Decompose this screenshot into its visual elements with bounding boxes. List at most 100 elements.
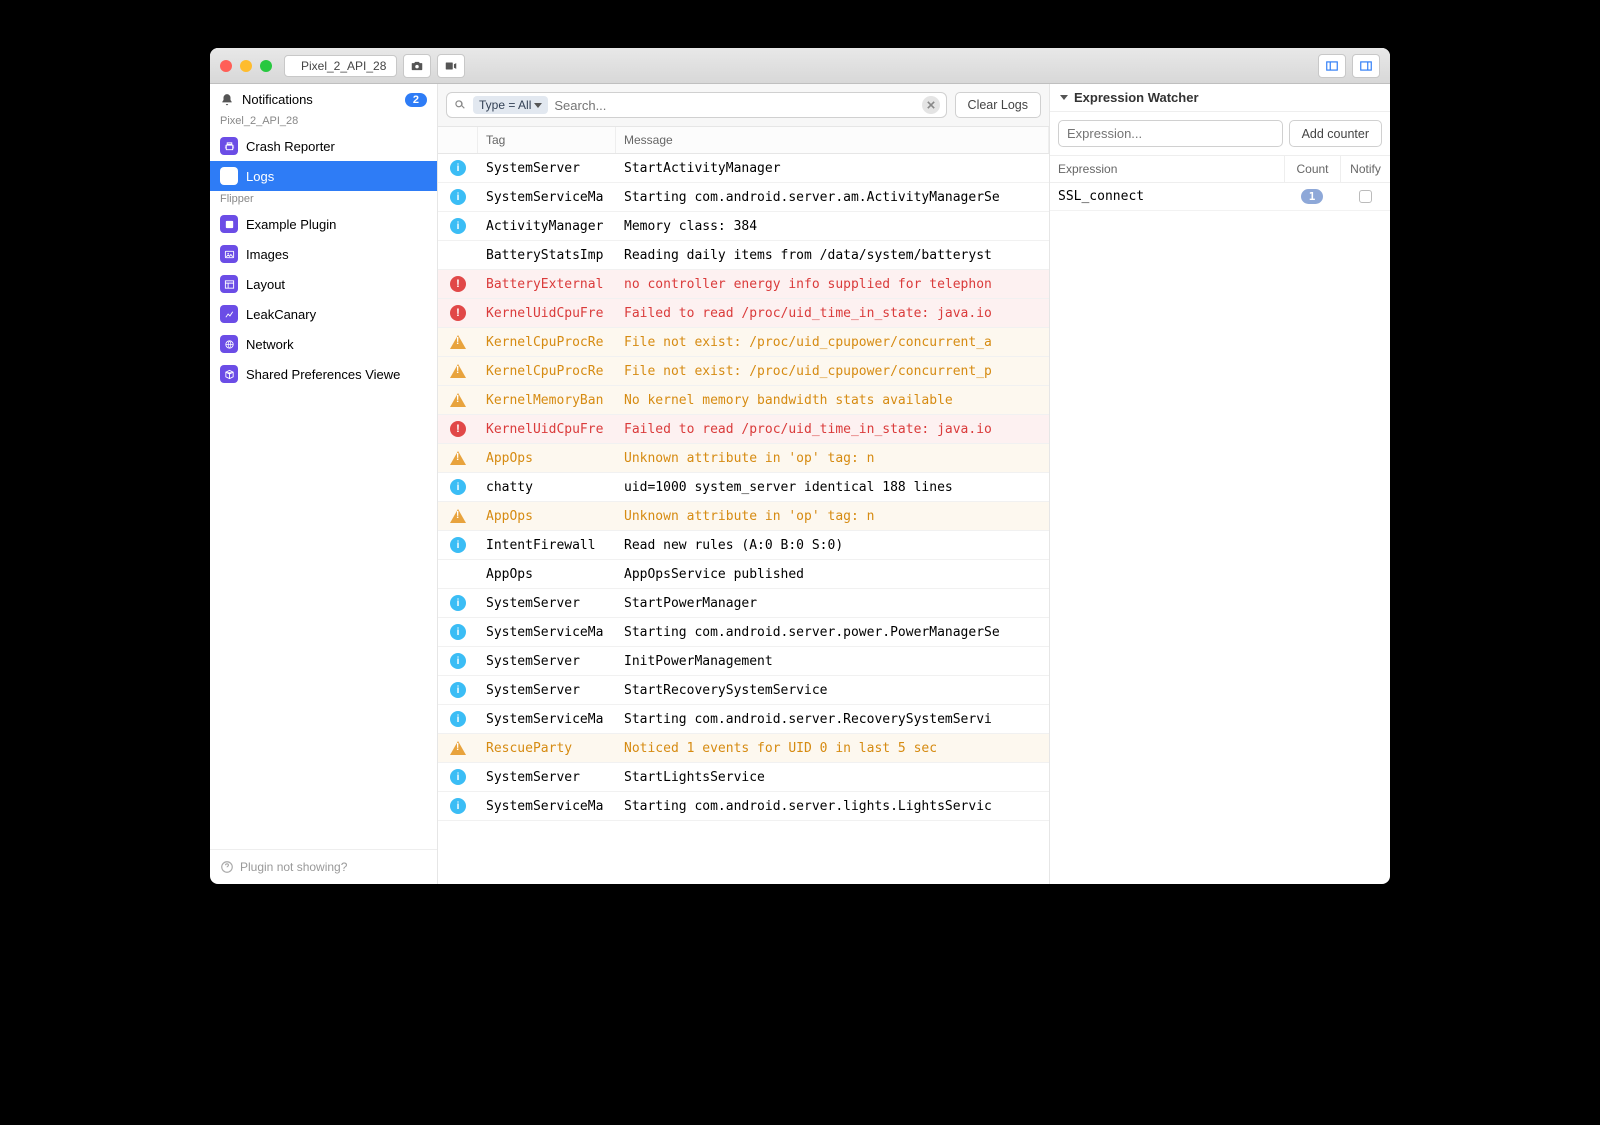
clear-search-button[interactable] [922, 96, 940, 114]
log-tag: BatteryExternal [478, 273, 616, 296]
log-message: Read new rules (A:0 B:0 S:0) [616, 534, 1049, 557]
log-tag: SystemServer [478, 679, 616, 702]
device-selector[interactable]: Pixel_2_API_28 [284, 55, 397, 77]
log-message: StartLightsService [616, 766, 1049, 789]
minimize-window-icon[interactable] [240, 60, 252, 72]
log-message: Reading daily items from /data/system/ba… [616, 244, 1049, 267]
log-row[interactable]: iSystemServerStartRecoverySystemService [438, 676, 1049, 705]
panel-left-toggle[interactable] [1318, 54, 1346, 78]
notify-checkbox[interactable] [1359, 190, 1372, 203]
log-row[interactable]: AppOpsUnknown attribute in 'op' tag: n [438, 502, 1049, 531]
log-row[interactable]: RescuePartyNoticed 1 events for UID 0 in… [438, 734, 1049, 763]
log-row[interactable]: ichattyuid=1000 system_server identical … [438, 473, 1049, 502]
notifications-header[interactable]: Notifications 2 [210, 84, 437, 113]
log-row[interactable]: iSystemServerInitPowerManagement [438, 647, 1049, 676]
info-icon: i [450, 711, 466, 727]
log-row[interactable]: iSystemServerStartActivityManager [438, 154, 1049, 183]
watcher-col-count[interactable]: Count [1284, 156, 1340, 182]
log-row[interactable]: AppOpsUnknown attribute in 'op' tag: n [438, 444, 1049, 473]
column-message[interactable]: Message [616, 127, 1049, 153]
arrow-right-icon [220, 167, 238, 185]
logs-panel: Type = All Clear Logs Tag Message iSyste… [438, 84, 1050, 884]
info-icon: i [450, 479, 466, 495]
log-tag: chatty [478, 476, 616, 499]
log-row[interactable]: iSystemServiceMaStarting com.android.ser… [438, 705, 1049, 734]
log-tag: AppOps [478, 447, 616, 470]
sidebar-item-crash-reporter[interactable]: Crash Reporter [210, 131, 437, 161]
add-counter-button[interactable]: Add counter [1289, 120, 1382, 147]
log-row[interactable]: KernelCpuProcReFile not exist: /proc/uid… [438, 357, 1049, 386]
help-icon [220, 860, 234, 874]
log-tag: SystemServer [478, 766, 616, 789]
log-message: InitPowerManagement [616, 650, 1049, 673]
log-tag: KernelMemoryBan [478, 389, 616, 412]
log-message: StartRecoverySystemService [616, 679, 1049, 702]
expression-watcher-header[interactable]: Expression Watcher [1050, 84, 1390, 112]
log-message: No kernel memory bandwidth stats availab… [616, 389, 1049, 412]
clear-logs-button[interactable]: Clear Logs [955, 92, 1041, 118]
screenshot-button[interactable] [403, 54, 431, 78]
log-row[interactable]: AppOpsAppOpsService published [438, 560, 1049, 589]
logs-table-header: Tag Message [438, 127, 1049, 154]
sidebar-item-shared-preferences-viewe[interactable]: Shared Preferences Viewe [210, 359, 437, 389]
box-icon [220, 215, 238, 233]
camera-icon [410, 59, 424, 73]
log-row[interactable]: BatteryStatsImpReading daily items from … [438, 241, 1049, 270]
sidebar-item-logs[interactable]: Logs [210, 161, 437, 191]
watcher-col-notify[interactable]: Notify [1340, 156, 1390, 182]
info-icon: i [450, 189, 466, 205]
column-tag[interactable]: Tag [478, 127, 616, 153]
search-field[interactable]: Type = All [446, 92, 947, 118]
log-message: Memory class: 384 [616, 215, 1049, 238]
watcher-col-expression[interactable]: Expression [1050, 156, 1284, 182]
log-row[interactable]: !BatteryExternalno controller energy inf… [438, 270, 1049, 299]
log-row[interactable]: iSystemServiceMaStarting com.android.ser… [438, 792, 1049, 821]
info-icon: i [450, 160, 466, 176]
log-message: Failed to read /proc/uid_time_in_state: … [616, 302, 1049, 325]
log-row[interactable]: KernelMemoryBanNo kernel memory bandwidt… [438, 386, 1049, 415]
error-icon: ! [450, 276, 466, 292]
log-tag: KernelCpuProcRe [478, 331, 616, 354]
warning-icon [450, 393, 466, 407]
sidebar-item-label: Example Plugin [246, 217, 336, 232]
log-tag: AppOps [478, 505, 616, 528]
log-row[interactable]: !KernelUidCpuFreFailed to read /proc/uid… [438, 415, 1049, 444]
log-row[interactable]: KernelCpuProcReFile not exist: /proc/uid… [438, 328, 1049, 357]
log-message: Starting com.android.server.lights.Light… [616, 795, 1049, 818]
expression-input[interactable] [1058, 120, 1283, 147]
sidebar-footer-help[interactable]: Plugin not showing? [210, 849, 437, 884]
sidebar-device-label: Pixel_2_API_28 [210, 113, 437, 131]
sidebar-item-images[interactable]: Images [210, 239, 437, 269]
watcher-expression: SSL_connect [1050, 183, 1284, 210]
sidebar-item-example-plugin[interactable]: Example Plugin [210, 209, 437, 239]
log-row[interactable]: iSystemServiceMaStarting com.android.ser… [438, 183, 1049, 212]
sidebar-item-network[interactable]: Network [210, 329, 437, 359]
log-row[interactable]: iSystemServerStartPowerManager [438, 589, 1049, 618]
log-row[interactable]: iActivityManagerMemory class: 384 [438, 212, 1049, 241]
log-row[interactable]: i SystemServerStartLightsService [438, 763, 1049, 792]
globe-icon [220, 335, 238, 353]
expression-watcher-title: Expression Watcher [1074, 90, 1199, 105]
record-button[interactable] [437, 54, 465, 78]
info-icon: i [450, 653, 466, 669]
watcher-row[interactable]: SSL_connect1 [1050, 183, 1390, 211]
sidebar-item-layout[interactable]: Layout [210, 269, 437, 299]
notifications-label: Notifications [242, 92, 397, 107]
log-row[interactable]: !KernelUidCpuFreFailed to read /proc/uid… [438, 299, 1049, 328]
logs-table[interactable]: iSystemServerStartActivityManageriSystem… [438, 154, 1049, 884]
filter-chip-type[interactable]: Type = All [473, 96, 548, 114]
sidebar-footer-label: Plugin not showing? [240, 860, 347, 874]
close-window-icon[interactable] [220, 60, 232, 72]
search-input[interactable] [554, 98, 915, 113]
maximize-window-icon[interactable] [260, 60, 272, 72]
log-row[interactable]: iSystemServiceMaStarting com.android.ser… [438, 618, 1049, 647]
log-message: File not exist: /proc/uid_cpupower/concu… [616, 331, 1049, 354]
expression-watcher-panel: Expression Watcher Add counter Expressio… [1050, 84, 1390, 884]
info-icon: i [450, 624, 466, 640]
chevron-down-icon [1060, 95, 1068, 100]
log-message: StartPowerManager [616, 592, 1049, 615]
panel-right-toggle[interactable] [1352, 54, 1380, 78]
sidebar-item-leakcanary[interactable]: LeakCanary [210, 299, 437, 329]
info-icon: i [450, 769, 466, 785]
log-row[interactable]: iIntentFirewallRead new rules (A:0 B:0 S… [438, 531, 1049, 560]
